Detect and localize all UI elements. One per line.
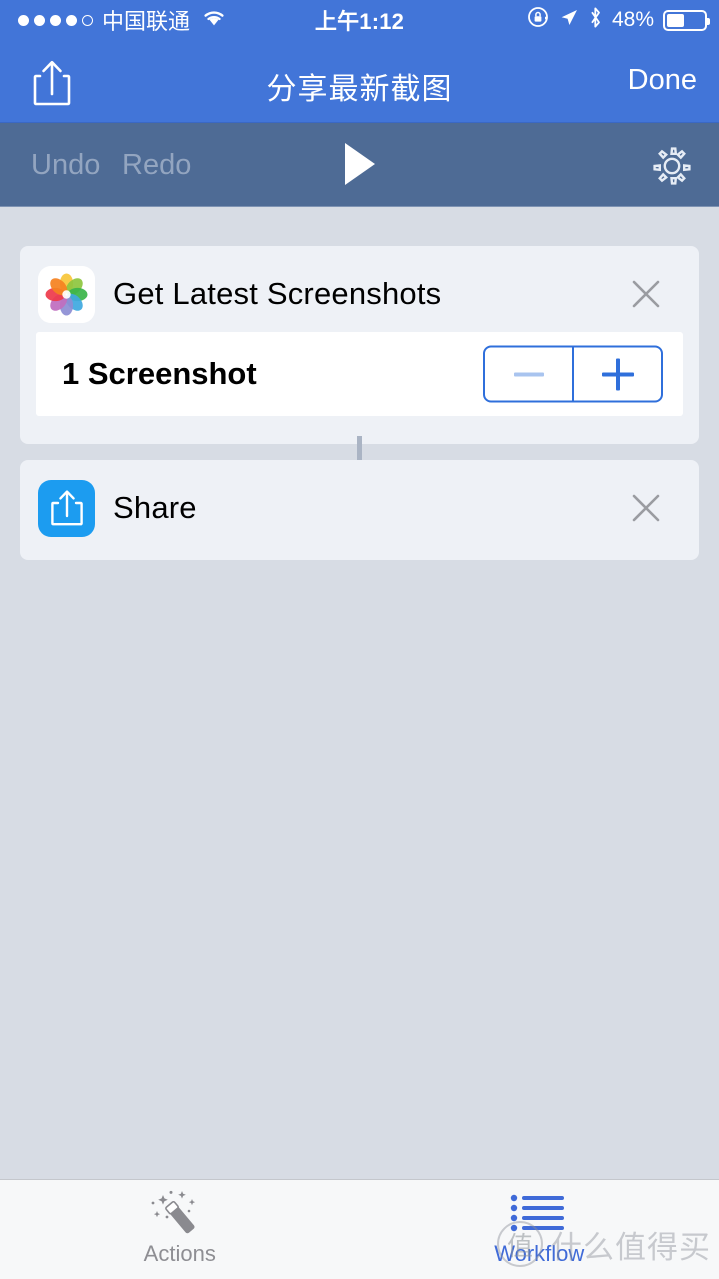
done-button[interactable]: Done bbox=[628, 64, 697, 97]
parameter-row-screenshot-count[interactable]: 1 Screenshot bbox=[36, 332, 683, 416]
action-header: Get Latest Screenshots bbox=[20, 246, 699, 342]
bluetooth-icon bbox=[588, 6, 603, 35]
close-icon[interactable] bbox=[626, 274, 666, 314]
quantity-stepper[interactable] bbox=[483, 345, 663, 403]
page-title: 分享最新截图 bbox=[266, 73, 453, 106]
battery-percent-label: 48% bbox=[611, 8, 654, 31]
share-app-icon bbox=[38, 479, 95, 537]
tab-label: Workflow bbox=[494, 1241, 585, 1266]
screenshot-count-label: 1 Screenshot bbox=[62, 356, 257, 391]
action-card-get-latest-screenshots[interactable]: Get Latest Screenshots 1 Screenshot bbox=[20, 246, 699, 444]
rotation-lock-icon bbox=[527, 6, 549, 34]
action-title: Get Latest Screenshots bbox=[113, 276, 442, 311]
plus-icon bbox=[601, 358, 634, 390]
status-bar-right: 48% bbox=[527, 6, 710, 35]
play-icon[interactable] bbox=[0, 143, 719, 185]
gear-icon[interactable] bbox=[649, 143, 695, 189]
tab-bar: Actions Workflow bbox=[0, 1179, 719, 1279]
stepper-decrement-button[interactable] bbox=[485, 348, 572, 401]
app-screen: 中国联通 上午1:12 48% 分享最新截图 Done Undo Redo Ge… bbox=[0, 0, 719, 1279]
action-header: Share bbox=[20, 460, 699, 556]
status-bar: 中国联通 上午1:12 48% bbox=[0, 0, 719, 40]
location-arrow-icon bbox=[558, 7, 579, 34]
navigation-bar: 分享最新截图 Done bbox=[0, 40, 719, 123]
stepper-increment-button[interactable] bbox=[572, 347, 661, 401]
magic-wand-icon bbox=[149, 1189, 211, 1237]
workflow-canvas: Get Latest Screenshots 1 Screenshot Shar… bbox=[0, 207, 719, 1179]
photos-app-icon bbox=[38, 265, 95, 323]
minus-icon bbox=[513, 372, 544, 376]
list-icon bbox=[510, 1189, 568, 1237]
action-title: Share bbox=[113, 490, 197, 525]
tab-label: Actions bbox=[143, 1241, 216, 1266]
editor-toolbar: Undo Redo bbox=[0, 123, 719, 207]
tab-actions[interactable]: Actions bbox=[0, 1180, 360, 1279]
tab-workflow[interactable]: Workflow bbox=[360, 1180, 719, 1279]
battery-icon bbox=[663, 9, 710, 31]
close-icon[interactable] bbox=[626, 488, 666, 528]
action-card-share[interactable]: Share bbox=[20, 460, 699, 560]
